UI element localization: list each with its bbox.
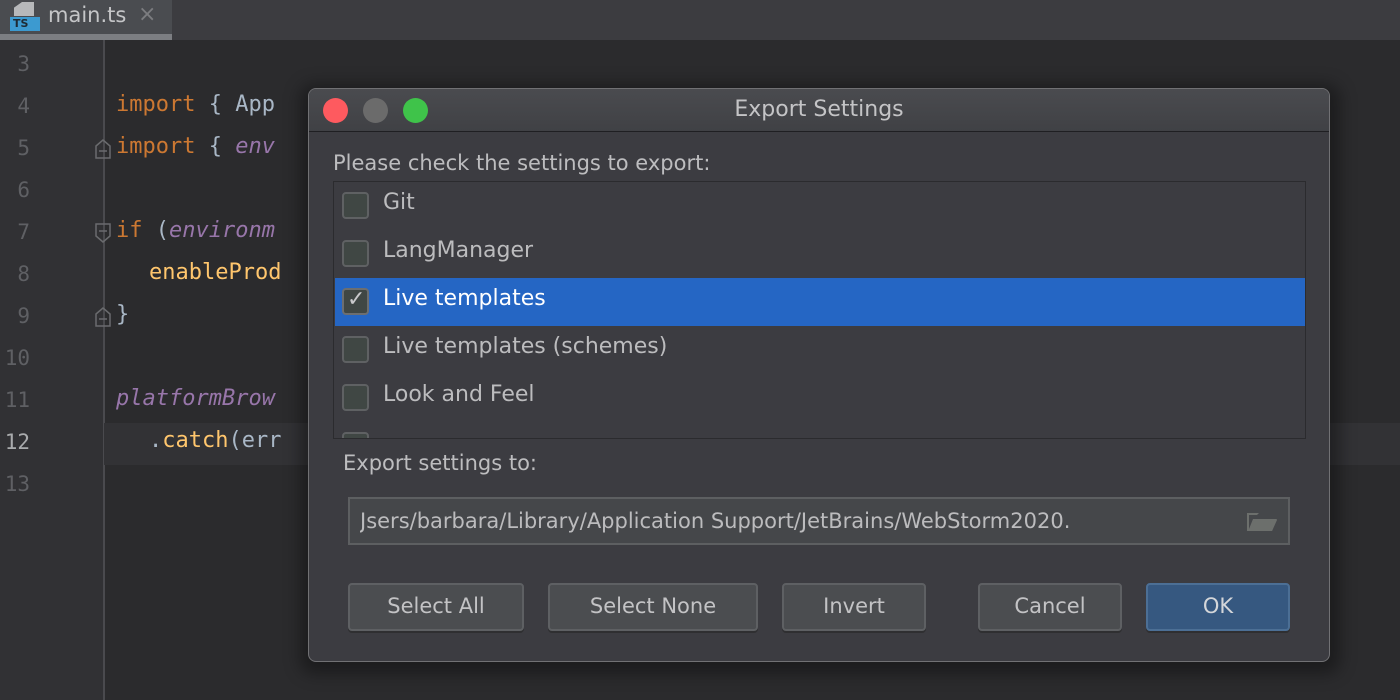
code-text: } (116, 302, 130, 327)
ok-button[interactable]: OK (1146, 583, 1290, 631)
identifier: environm (169, 218, 275, 243)
settings-item-clipped[interactable] (335, 422, 1305, 438)
settings-prompt: Please check the settings to export: (333, 151, 711, 175)
line-number: 10 (4, 346, 30, 370)
dialog-title: Export Settings (734, 97, 904, 122)
settings-item-live-templates[interactable]: ✓ Live templates (335, 278, 1305, 326)
settings-list[interactable]: Git LangManager ✓ Live templates Live te… (333, 181, 1306, 439)
code-line-11: platformBrow (116, 386, 275, 411)
checkbox[interactable] (342, 432, 369, 438)
line-number: 3 (17, 52, 30, 76)
select-all-button[interactable]: Select All (348, 583, 524, 631)
fold-start-icon[interactable] (94, 222, 112, 244)
select-none-button[interactable]: Select None (548, 583, 758, 631)
code-text: . (149, 428, 163, 453)
code-text: ( (142, 218, 169, 243)
identifier: env (235, 134, 275, 159)
settings-item-langmanager[interactable]: LangManager (335, 230, 1305, 278)
settings-item-live-templates-schemes[interactable]: Live templates (schemes) (335, 326, 1305, 374)
checkbox[interactable] (342, 192, 369, 219)
export-to-label: Export settings to: (343, 451, 537, 475)
line-number: 9 (17, 304, 30, 328)
line-number: 11 (4, 388, 30, 412)
dialog-titlebar[interactable]: Export Settings (309, 89, 1329, 132)
function-call: catch (162, 428, 229, 453)
code-line-4: import { App (116, 92, 275, 117)
cancel-button[interactable]: Cancel (978, 583, 1122, 631)
settings-item-label: Look and Feel (383, 382, 535, 407)
settings-item-label: Git (383, 190, 415, 215)
ts-badge: TS (10, 17, 40, 31)
keyword: import (116, 92, 196, 117)
keyword: import (116, 134, 196, 159)
code-line-12: .catch(err (149, 428, 281, 453)
checkbox[interactable] (342, 336, 369, 363)
settings-item-look-and-feel[interactable]: Look and Feel (335, 374, 1305, 422)
fold-end-icon[interactable] (94, 138, 112, 160)
checkbox[interactable] (342, 384, 369, 411)
settings-item-label: LangManager (383, 238, 534, 263)
code-text: (err (228, 428, 282, 453)
code-line-8: enableProd (149, 260, 281, 285)
code-line-9: } (116, 302, 129, 327)
line-number: 6 (17, 178, 30, 202)
close-tab-icon[interactable]: × (138, 2, 156, 27)
code-text: { (195, 134, 236, 159)
line-number: 7 (17, 220, 30, 244)
invert-button[interactable]: Invert (782, 583, 926, 631)
line-number: 4 (17, 94, 30, 118)
keyword: if (116, 218, 143, 243)
export-settings-dialog: Export Settings Please check the setting… (308, 88, 1330, 662)
line-number-current: 12 (4, 430, 30, 454)
folder-open-icon[interactable] (1246, 510, 1278, 532)
code-line-5: import { env (116, 134, 275, 159)
tab-main-ts[interactable]: TS main.ts × (0, 0, 172, 40)
checkbox[interactable] (342, 240, 369, 267)
identifier: platformBrow (116, 386, 275, 411)
file-page-shape (14, 2, 34, 16)
typescript-file-icon: TS (9, 2, 41, 31)
line-number: 5 (17, 136, 30, 160)
line-number: 8 (17, 262, 30, 286)
fold-end-icon[interactable] (94, 306, 112, 328)
code-text: { App (195, 92, 275, 117)
settings-item-git[interactable]: Git (335, 182, 1305, 230)
tab-label: main.ts (48, 3, 127, 27)
settings-item-label: Live templates (383, 286, 546, 311)
export-path-field[interactable] (348, 497, 1290, 545)
code-line-7: if (environm (116, 218, 275, 243)
function-call: enableProd (149, 260, 282, 285)
export-path-input[interactable] (350, 499, 1240, 543)
line-number: 13 (4, 472, 30, 496)
settings-item-label: Live templates (schemes) (383, 334, 668, 359)
checkmark-icon: ✓ (347, 287, 366, 312)
checkbox-checked[interactable]: ✓ (342, 287, 369, 315)
editor-tab-bar: TS main.ts × (0, 0, 1400, 40)
